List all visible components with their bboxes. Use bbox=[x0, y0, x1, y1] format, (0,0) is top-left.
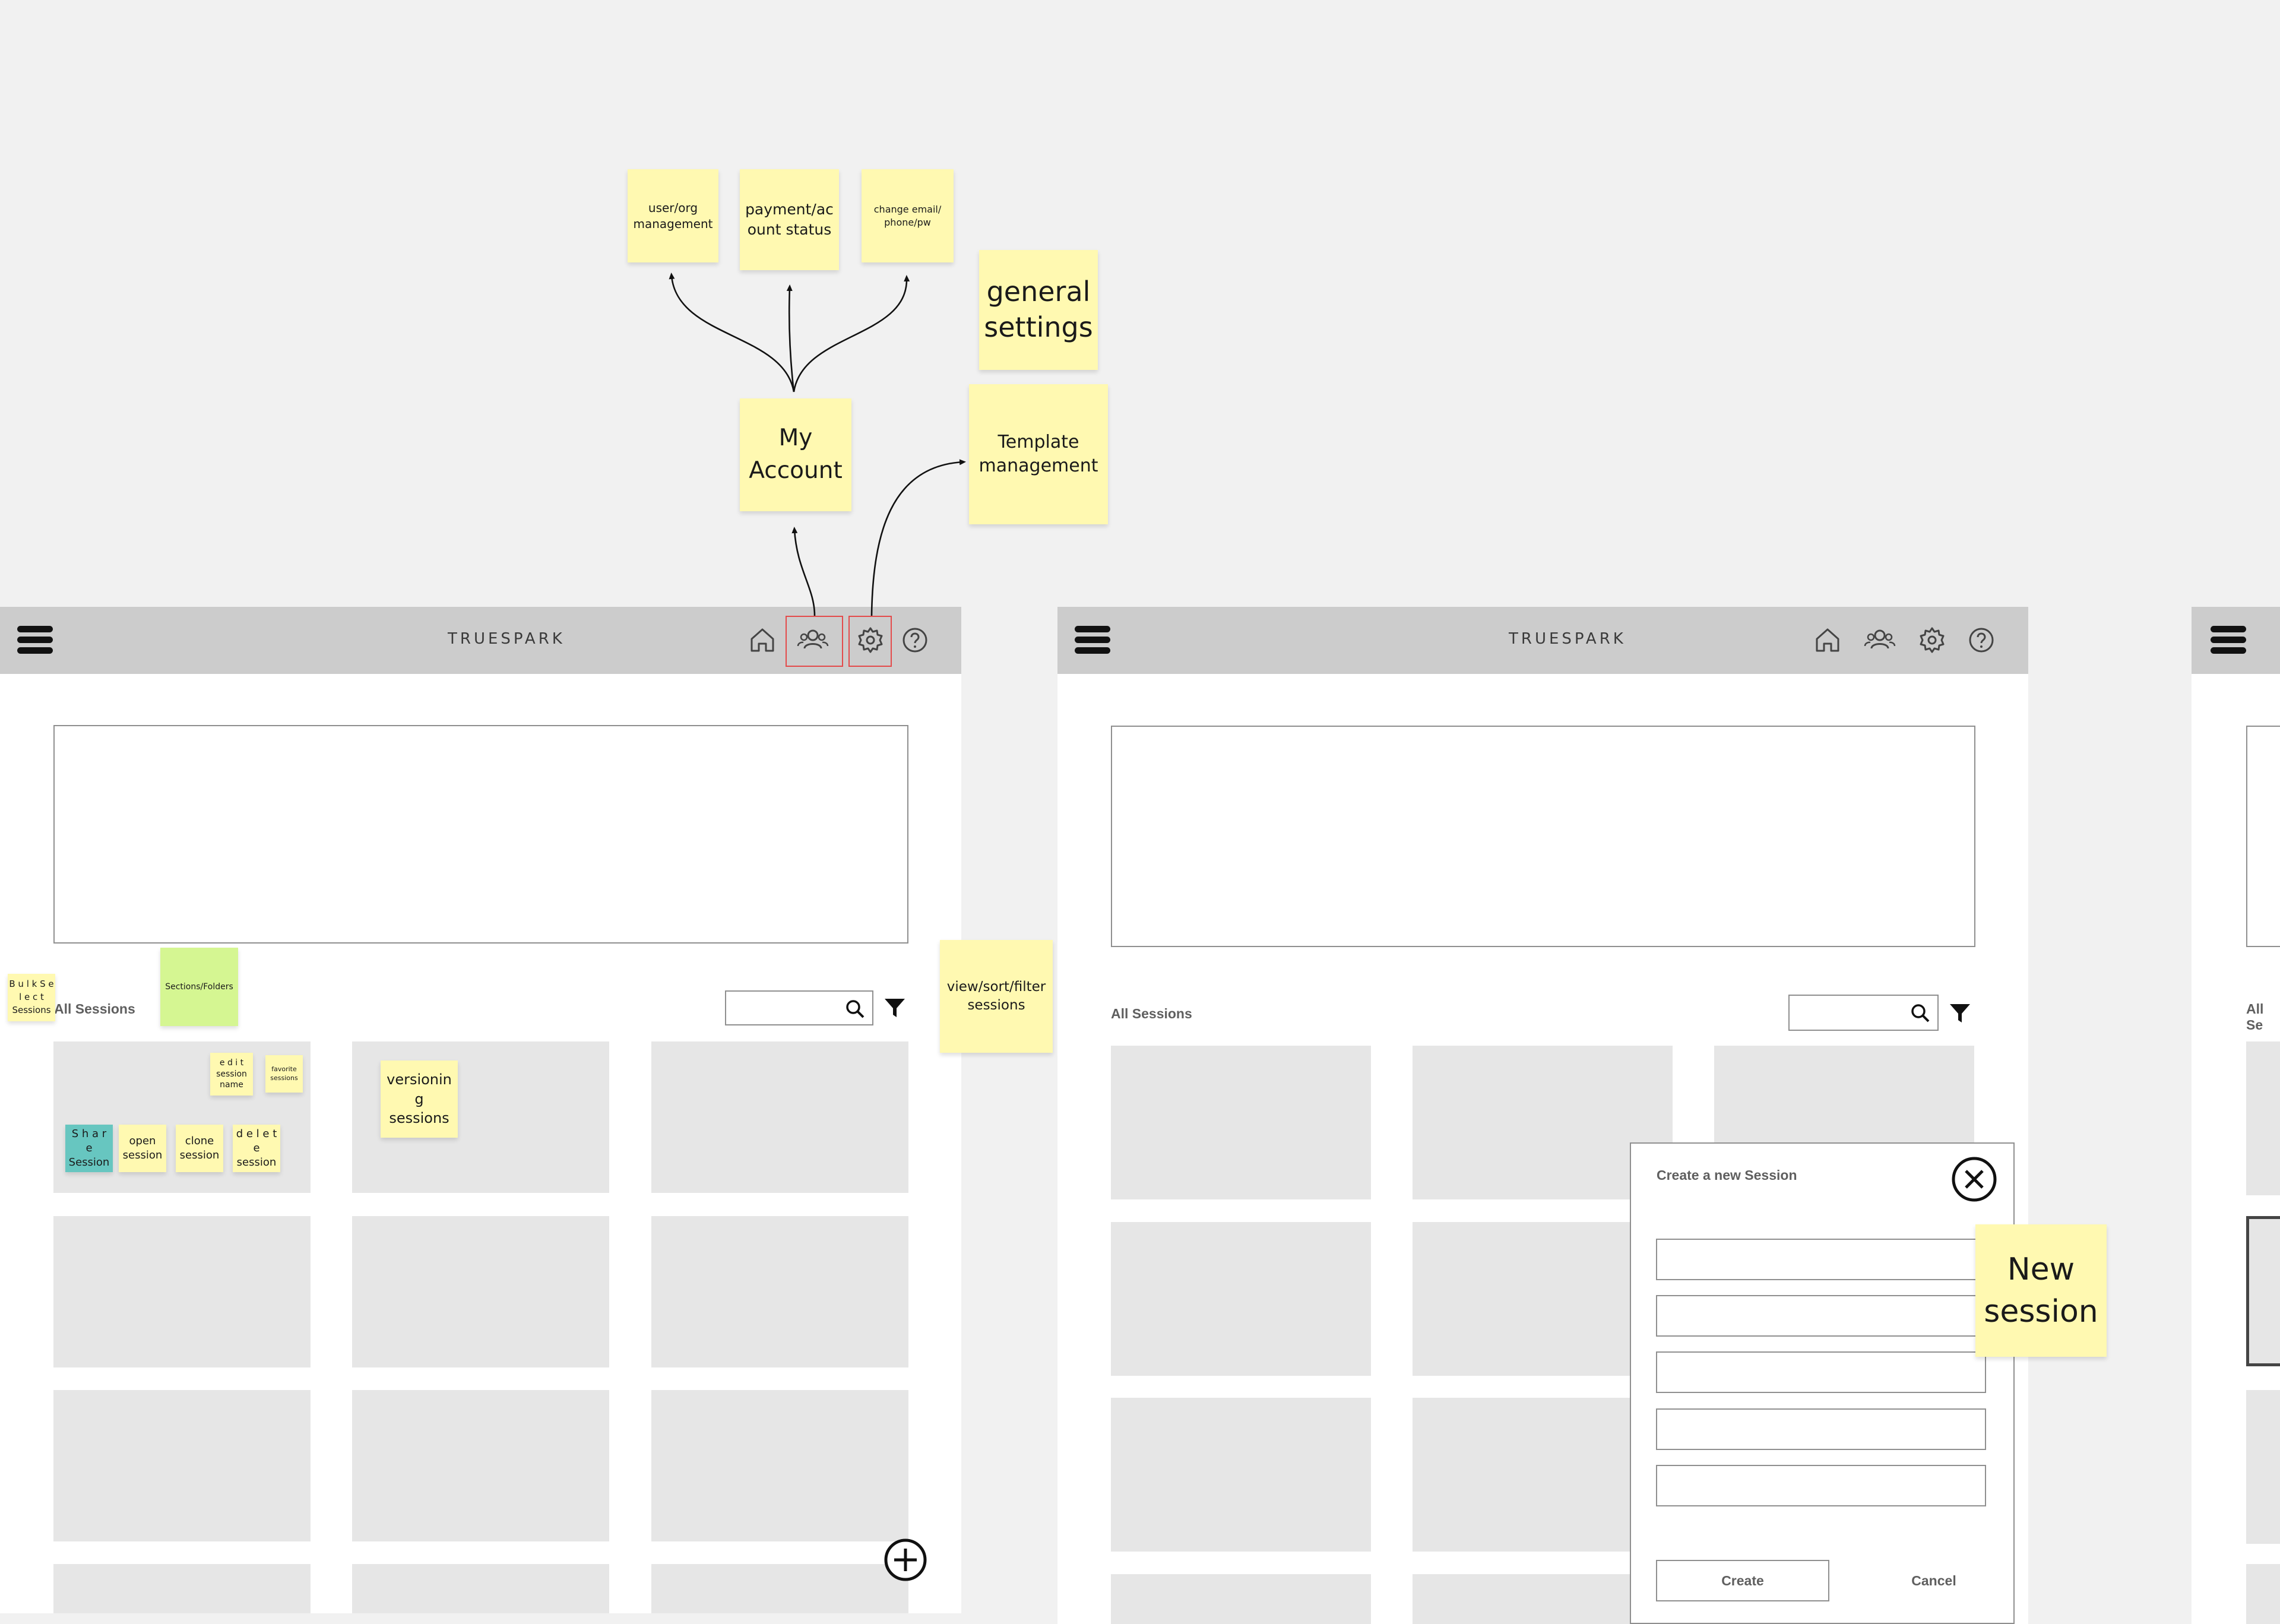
home-icon[interactable] bbox=[1811, 623, 1844, 657]
search-icon bbox=[846, 1000, 864, 1018]
modal-title: Create a new Session bbox=[1657, 1167, 1797, 1183]
menu-icon[interactable] bbox=[17, 626, 53, 654]
sticky-new-session: New session bbox=[1975, 1224, 2107, 1357]
sticky-change-email: change email/ phone/pw bbox=[862, 169, 954, 262]
session-card[interactable] bbox=[651, 1390, 908, 1541]
sticky-versioning-sessions: versioning sessions bbox=[381, 1060, 458, 1138]
session-card[interactable] bbox=[2246, 1390, 2280, 1544]
search-icon bbox=[1911, 1004, 1930, 1022]
session-card[interactable] bbox=[352, 1564, 609, 1613]
sticky-my-account: My Account bbox=[740, 398, 851, 511]
menu-icon[interactable] bbox=[2211, 626, 2246, 654]
selected-card-outline bbox=[2246, 1216, 2280, 1366]
help-icon[interactable] bbox=[898, 623, 932, 657]
search-input[interactable] bbox=[1788, 995, 1939, 1031]
settings-icon[interactable] bbox=[854, 623, 887, 657]
sticky-payment: payment/ac ount status bbox=[740, 169, 839, 270]
session-field[interactable] bbox=[1656, 1465, 1986, 1506]
session-card[interactable] bbox=[53, 1564, 311, 1613]
session-card[interactable] bbox=[53, 1216, 311, 1367]
session-card[interactable] bbox=[2246, 1564, 2280, 1624]
session-field[interactable] bbox=[1656, 1351, 1986, 1393]
session-card[interactable] bbox=[651, 1216, 908, 1367]
cancel-button[interactable]: Cancel bbox=[1877, 1560, 1991, 1601]
sticky-edit-session-name: e d i t session name bbox=[210, 1053, 253, 1096]
sticky-sections-folders: Sections/Folders bbox=[160, 948, 238, 1026]
session-field[interactable] bbox=[1656, 1295, 1986, 1337]
settings-icon[interactable] bbox=[1915, 623, 1949, 657]
brand-logo: TRUESPARK bbox=[1509, 630, 1626, 648]
session-card[interactable] bbox=[352, 1390, 609, 1541]
session-card[interactable] bbox=[53, 1390, 311, 1541]
session-field[interactable] bbox=[1656, 1239, 1986, 1280]
sticky-favorite-sessions: favorite sessions bbox=[265, 1055, 303, 1093]
account-icon[interactable] bbox=[1863, 623, 1896, 657]
create-button[interactable]: Create bbox=[1656, 1560, 1829, 1601]
filter-icon[interactable] bbox=[1949, 1002, 1971, 1025]
filter-icon[interactable] bbox=[884, 997, 906, 1020]
search-input[interactable] bbox=[725, 990, 873, 1025]
session-field[interactable] bbox=[1656, 1408, 1986, 1450]
menu-icon[interactable] bbox=[1075, 626, 1110, 654]
help-icon[interactable] bbox=[1965, 623, 1998, 657]
session-card[interactable] bbox=[1111, 1046, 1371, 1199]
session-card[interactable] bbox=[651, 1041, 908, 1193]
close-icon[interactable] bbox=[1950, 1156, 1998, 1203]
session-card[interactable] bbox=[1111, 1222, 1371, 1376]
sticky-clone-session: clone session bbox=[176, 1125, 223, 1172]
session-card[interactable] bbox=[1111, 1398, 1371, 1552]
sticky-bulk-select: B u l k S e l e c t Sessions bbox=[8, 974, 55, 1021]
sticky-user-org: user/org management bbox=[628, 169, 718, 262]
hero-banner bbox=[2246, 726, 2280, 947]
session-card[interactable] bbox=[352, 1216, 609, 1367]
sticky-share-session: S h a r e Session bbox=[65, 1125, 113, 1172]
sticky-delete-session: d e l e t e session bbox=[233, 1125, 280, 1172]
sticky-template-management: Template management bbox=[969, 384, 1108, 524]
hero-banner bbox=[53, 725, 908, 944]
home-icon[interactable] bbox=[746, 623, 779, 657]
hero-banner bbox=[1111, 726, 1975, 947]
sticky-general-settings: general settings bbox=[979, 250, 1098, 370]
section-title-all-sessions: All Se bbox=[2246, 1001, 2264, 1033]
section-title-all-sessions: All Sessions bbox=[1111, 1006, 1192, 1021]
sticky-view-sort-filter: view/sort/filter sessions bbox=[940, 940, 1053, 1053]
add-session-icon[interactable] bbox=[883, 1537, 928, 1582]
session-card[interactable] bbox=[2246, 1041, 2280, 1195]
session-card[interactable] bbox=[651, 1564, 908, 1613]
session-card[interactable] bbox=[1111, 1574, 1371, 1624]
account-icon[interactable] bbox=[796, 623, 829, 657]
sticky-open-session: open session bbox=[119, 1125, 166, 1172]
brand-logo: TRUESPARK bbox=[448, 630, 565, 648]
section-title-all-sessions: All Sessions bbox=[54, 1001, 135, 1017]
create-session-modal: Create a new Session Create Cancel bbox=[1630, 1142, 2015, 1624]
